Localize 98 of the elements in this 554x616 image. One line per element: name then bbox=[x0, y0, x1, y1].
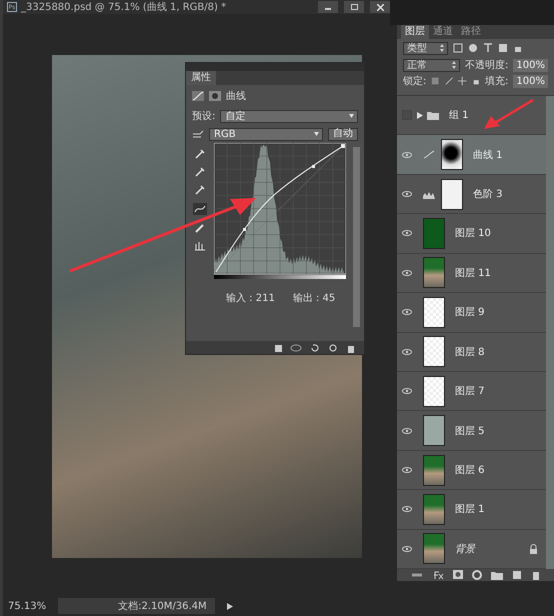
input-value: 输入 : 211 bbox=[226, 292, 275, 305]
play-icon bbox=[226, 602, 233, 610]
eyedropper-icon[interactable] bbox=[195, 149, 205, 159]
histogram-icon bbox=[423, 190, 435, 199]
layer-name[interactable]: 图层 7 bbox=[455, 384, 485, 398]
eyedropper-icon[interactable] bbox=[195, 185, 205, 195]
curves-icon bbox=[423, 150, 435, 160]
layer-thumbnail bbox=[423, 494, 445, 525]
transparent-thumbnail bbox=[423, 296, 445, 328]
layer-name[interactable]: 背景 bbox=[455, 542, 475, 556]
eye-icon[interactable] bbox=[402, 229, 412, 238]
eye-icon[interactable] bbox=[402, 308, 412, 316]
eye-icon[interactable] bbox=[402, 190, 412, 198]
new-layer-icon[interactable] bbox=[512, 570, 522, 580]
filter-dropdown[interactable]: 类型 bbox=[403, 42, 448, 54]
eye-icon[interactable] bbox=[290, 342, 302, 352]
scrollbar[interactable] bbox=[546, 96, 554, 569]
opacity-field[interactable]: 100% bbox=[513, 58, 548, 72]
fill-label: 填充: bbox=[485, 74, 508, 88]
layer-name[interactable]: 图层 10 bbox=[455, 226, 491, 240]
layer-row[interactable]: 图层 11 bbox=[397, 254, 546, 294]
maximize-button[interactable] bbox=[344, 1, 364, 13]
mask-thumbnail bbox=[441, 139, 463, 170]
panel-tab[interactable]: 属性 bbox=[186, 71, 216, 85]
maximize-icon bbox=[350, 4, 358, 10]
layer-name[interactable]: 组 1 bbox=[449, 108, 469, 122]
layer-name[interactable]: 图层 8 bbox=[455, 344, 485, 359]
blend-mode-dropdown[interactable]: 正常 bbox=[403, 58, 460, 72]
eye-icon[interactable] bbox=[402, 268, 412, 277]
layer-name[interactable]: 图层 11 bbox=[455, 266, 491, 280]
layer-name[interactable]: 曲线 1 bbox=[473, 148, 503, 162]
caret-icon bbox=[349, 114, 354, 118]
zoom-level: 75.13% bbox=[8, 600, 46, 612]
scrollbar[interactable] bbox=[353, 147, 360, 327]
auto-button[interactable]: 自动 bbox=[328, 128, 358, 140]
visibility-icon[interactable] bbox=[328, 342, 338, 352]
layer-row[interactable]: 曲线 1 bbox=[397, 135, 546, 175]
layer-thumbnail bbox=[423, 218, 445, 249]
caret-right-icon[interactable] bbox=[417, 112, 423, 119]
curve-tool-icon[interactable] bbox=[193, 203, 207, 215]
lock-label: 锁定: bbox=[403, 74, 426, 88]
eye-icon[interactable] bbox=[402, 466, 412, 474]
preset-label: 预设: bbox=[192, 110, 216, 123]
layer-thumbnail bbox=[423, 454, 445, 486]
adjustment-filter-icon[interactable] bbox=[468, 43, 478, 53]
layer-name[interactable]: 图层 1 bbox=[455, 502, 485, 516]
reset-icon[interactable] bbox=[310, 342, 320, 352]
document-title: _3325880.psd @ 75.1% (曲线 1, RGB/8) * bbox=[21, 0, 228, 14]
adjustment-name: 曲线 bbox=[226, 90, 246, 103]
transparent-thumbnail bbox=[423, 376, 445, 407]
pencil-icon[interactable] bbox=[195, 223, 205, 233]
minimize-button[interactable] bbox=[318, 1, 338, 13]
transparent-thumbnail bbox=[423, 336, 445, 368]
layer-name[interactable]: 图层 5 bbox=[455, 424, 485, 438]
hand-tool-icon[interactable] bbox=[194, 241, 206, 251]
hand-icon bbox=[192, 129, 204, 139]
close-button[interactable] bbox=[370, 1, 390, 13]
opacity-label: 不透明度: bbox=[465, 58, 508, 72]
layer-row[interactable]: 图层 8 bbox=[397, 332, 546, 372]
eye-icon[interactable] bbox=[402, 150, 412, 159]
brush-icon[interactable] bbox=[444, 76, 454, 86]
layer-name[interactable]: 图层 9 bbox=[455, 305, 485, 320]
panel-tab[interactable]: 路径 bbox=[457, 25, 485, 39]
eye-icon[interactable] bbox=[402, 505, 412, 514]
preset-dropdown[interactable]: 自定 bbox=[220, 110, 358, 122]
panel-tab[interactable]: 通道 bbox=[429, 25, 457, 39]
arrow-drawing bbox=[483, 98, 535, 130]
output-value: 输出 : 45 bbox=[292, 292, 336, 305]
eye-icon[interactable] bbox=[402, 426, 412, 435]
eye-icon[interactable] bbox=[402, 387, 412, 396]
folder-icon bbox=[427, 110, 439, 120]
layer-thumbnail bbox=[423, 415, 445, 446]
layer-name[interactable]: 图层 6 bbox=[455, 463, 485, 477]
type-filter-icon[interactable] bbox=[483, 43, 493, 53]
document-size: 文档:2.10M/36.4M bbox=[58, 598, 215, 614]
eyedropper-icon[interactable] bbox=[195, 167, 205, 177]
channel-dropdown[interactable]: RGB bbox=[209, 128, 323, 140]
move-icon[interactable] bbox=[458, 76, 467, 86]
curves-icon bbox=[192, 91, 204, 101]
caret-icon bbox=[314, 132, 319, 136]
image-filter-icon[interactable] bbox=[453, 43, 463, 53]
layer-thumbnail bbox=[423, 533, 445, 564]
eye-icon[interactable] bbox=[402, 348, 412, 356]
layer-name[interactable]: 色阶 3 bbox=[473, 187, 503, 202]
stepper-icon bbox=[452, 61, 456, 69]
mask-icon bbox=[209, 91, 221, 101]
fx-icon[interactable] bbox=[432, 570, 444, 580]
adjustment-icon[interactable] bbox=[472, 570, 482, 580]
layer-thumbnail bbox=[423, 257, 445, 288]
layer-thumbnail bbox=[441, 178, 463, 210]
mask-icon[interactable] bbox=[452, 570, 462, 580]
shape-filter-icon[interactable] bbox=[498, 43, 508, 53]
stepper-icon bbox=[440, 44, 444, 52]
fill-field[interactable]: 100% bbox=[513, 74, 548, 88]
eye-icon[interactable] bbox=[402, 544, 412, 553]
panel-tab[interactable]: 图层 bbox=[401, 25, 429, 39]
close-icon bbox=[376, 4, 384, 10]
layer-row[interactable]: 背景 bbox=[397, 530, 546, 569]
